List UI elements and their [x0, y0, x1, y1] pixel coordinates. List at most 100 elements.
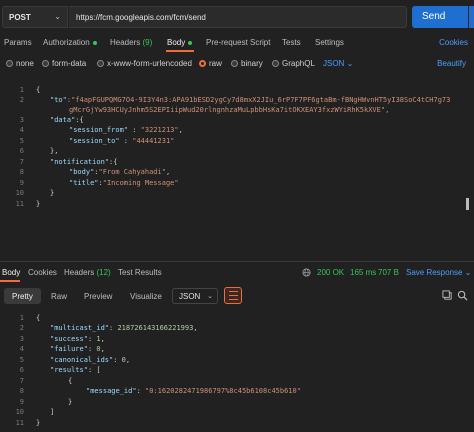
status-code: 200 OK	[317, 268, 345, 277]
editor-scrollbar[interactable]	[466, 198, 469, 210]
code-line: "notification":{	[50, 158, 117, 166]
url-input[interactable]: https://fcm.googleapis.com/fcm/send	[69, 6, 407, 28]
response-tab-body[interactable]: Body	[2, 268, 20, 277]
tab-authorization[interactable]: Authorization	[43, 38, 97, 47]
wrap-lines-button[interactable]	[224, 287, 242, 304]
radio-graphql[interactable]	[272, 60, 279, 67]
line-number: 5	[19, 137, 24, 145]
json-key: "canonical_ids"	[50, 356, 114, 364]
radio-binary[interactable]	[231, 60, 238, 67]
line-number: 1	[19, 86, 24, 94]
line-number: 6	[19, 147, 24, 155]
line-number: 3	[19, 116, 24, 124]
json-value: 0	[121, 356, 126, 364]
tab-settings[interactable]: Settings	[315, 38, 344, 47]
raw-button[interactable]: Raw	[43, 288, 75, 304]
radio-graphql-label: GraphQL	[282, 59, 315, 68]
send-dropdown[interactable]	[469, 6, 474, 28]
response-body-viewer[interactable]: 1 2 3 4 5 6 7 8 9 10 11 { "multicast_id"…	[0, 306, 474, 432]
response-tab-test-results[interactable]: Test Results	[118, 268, 162, 277]
response-tab-headers-label: Headers	[64, 268, 95, 277]
json-key: "session_to"	[69, 137, 120, 145]
line-number: 4	[19, 345, 24, 353]
tab-pre-request-script[interactable]: Pre-request Script	[206, 38, 270, 47]
json-value: 218726143166221993	[117, 324, 194, 332]
json-value: "3221213"	[140, 126, 179, 134]
response-tab-cookies[interactable]: Cookies	[28, 268, 57, 277]
code-line: "message_id": "0:1620282471986797%8c45b6…	[86, 387, 301, 395]
radio-urlencoded-label: x-www-form-urlencoded	[107, 59, 192, 68]
json-value: "0:1620282471986797%8c45b6108c45b610"	[145, 387, 301, 395]
line-number: 9	[19, 398, 24, 406]
send-button[interactable]: Send	[412, 6, 468, 28]
response-format-label: JSON	[179, 292, 201, 301]
radio-urlencoded[interactable]	[97, 60, 104, 67]
method-label: POST	[9, 13, 31, 22]
code-line: }	[36, 419, 41, 427]
code-line: },	[50, 147, 59, 155]
code-line: "session_from" : "3221213",	[69, 126, 183, 134]
code-line: }	[50, 189, 55, 197]
json-value: "44441231"	[132, 137, 175, 145]
tab-headers[interactable]: Headers (9)	[110, 38, 152, 47]
json-key: "notification"	[50, 158, 110, 166]
response-size: 707 B	[378, 268, 399, 277]
json-key: "body"	[69, 168, 95, 176]
response-format-select[interactable]: JSON ⌄	[172, 288, 218, 304]
visualize-button[interactable]: Visualize	[122, 288, 170, 304]
json-key: "results"	[50, 366, 88, 374]
tab-body[interactable]: Body	[167, 38, 193, 47]
json-key: "message_id"	[86, 387, 137, 395]
code-line-wrap: gMcrGjYw93HCUyJnhm5S2EPIiipWud20rlngnhza…	[69, 106, 390, 114]
tab-tests[interactable]: Tests	[282, 38, 301, 47]
json-key: "multicast_id"	[50, 324, 110, 332]
radio-raw[interactable]	[199, 60, 206, 67]
line-number: 4	[19, 126, 24, 134]
pane-divider[interactable]	[0, 261, 474, 262]
save-response-button[interactable]: Save Response ⌄	[406, 268, 471, 277]
json-key: "failure"	[50, 345, 88, 353]
json-value: 1	[96, 335, 101, 343]
save-response-label: Save Response	[406, 268, 463, 277]
json-key: "to"	[50, 96, 67, 104]
status-dot	[92, 40, 97, 45]
line-number: 8	[19, 387, 24, 395]
response-tab-headers[interactable]: Headers (12)	[64, 268, 111, 277]
radio-raw-label: raw	[209, 59, 222, 68]
json-punct: :{	[109, 158, 118, 166]
tab-params[interactable]: Params	[4, 38, 32, 47]
radio-none[interactable]	[6, 60, 13, 67]
code-line: "title":"Incoming Message"	[69, 179, 179, 187]
line-number: 2	[19, 96, 24, 104]
tab-underline	[166, 50, 194, 52]
request-body-editor[interactable]: 1 2 3 4 5 6 7 8 9 10 11 { "to":"f4apFGUP…	[0, 78, 474, 256]
code-line: "multicast_id": 218726143166221993,	[50, 324, 198, 332]
code-line: ]	[50, 408, 55, 416]
line-number: 11	[15, 200, 24, 208]
wrap-lines-icon	[229, 291, 238, 300]
pretty-button[interactable]: Pretty	[4, 288, 41, 304]
status-dot	[188, 40, 193, 45]
json-punct: : [	[87, 366, 101, 374]
method-select[interactable]: POST ⌄	[2, 6, 68, 28]
json-value: :"f4apFGUPQMG7O4-9I3Y4n3:APA91bESD2ygCy7…	[66, 96, 451, 104]
cookies-link[interactable]: Cookies	[439, 38, 468, 47]
line-number: 7	[19, 158, 24, 166]
radio-form-data[interactable]	[42, 60, 49, 67]
body-format-select[interactable]: JSON ⌄	[323, 59, 353, 68]
code-line: "success": 1,	[50, 335, 105, 343]
json-key: "success"	[50, 335, 88, 343]
code-line: "failure": 0,	[50, 345, 105, 353]
line-number: 10	[15, 189, 24, 197]
beautify-link[interactable]: Beautify	[437, 59, 466, 68]
search-icon[interactable]	[457, 290, 468, 303]
radio-form-data-label: form-data	[52, 59, 87, 68]
preview-button[interactable]: Preview	[76, 288, 120, 304]
line-number: 1	[19, 314, 24, 322]
line-number: 9	[19, 179, 24, 187]
copy-icon[interactable]	[442, 290, 453, 303]
line-number: 11	[15, 419, 24, 427]
globe-icon	[302, 268, 311, 279]
tab-underline	[0, 280, 20, 282]
chevron-down-icon: ⌄	[346, 59, 354, 68]
